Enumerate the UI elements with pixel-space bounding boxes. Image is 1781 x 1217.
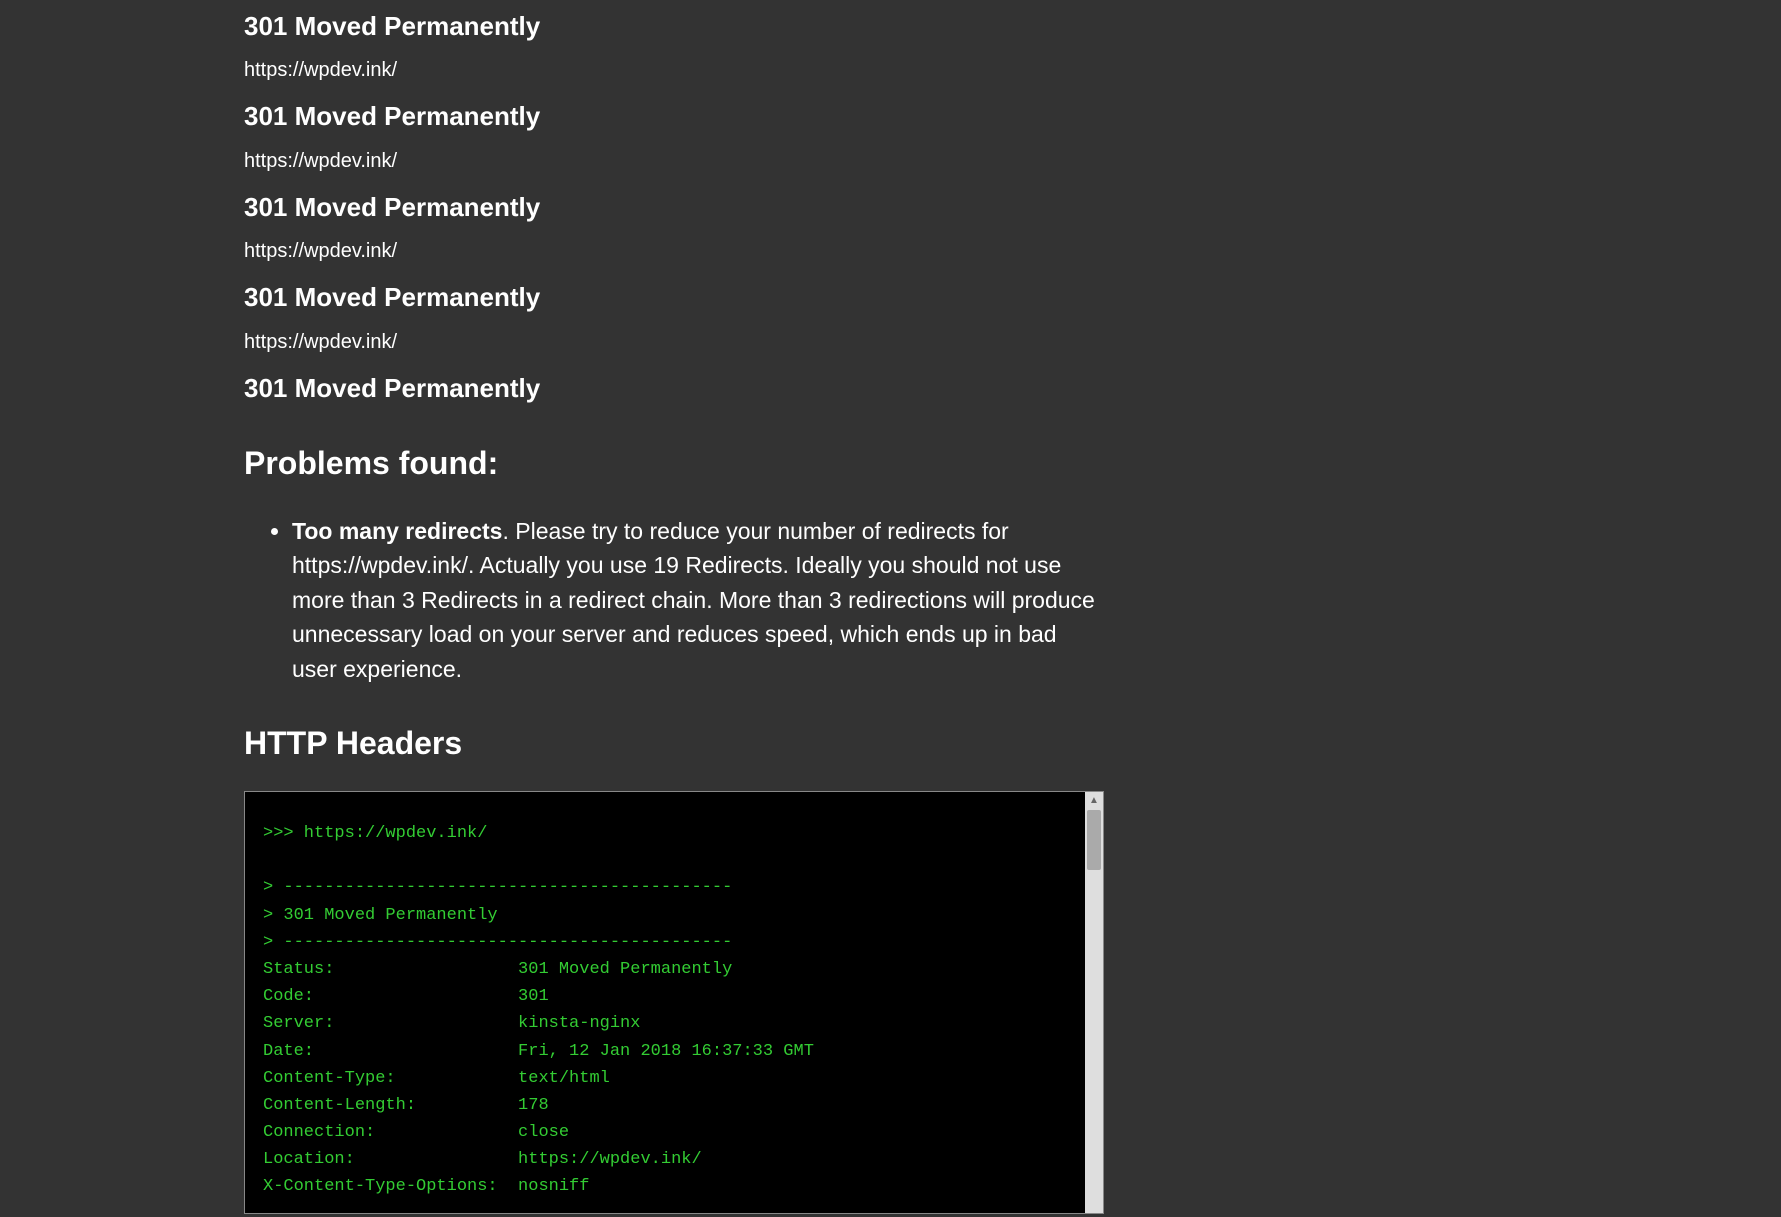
redirect-status: 301 Moved Permanently: [244, 98, 1104, 134]
redirect-url: https://wpdev.ink/: [244, 328, 1104, 356]
terminal-scrollbar[interactable]: ▲: [1085, 792, 1103, 1213]
problems-list: Too many redirects. Please try to reduce…: [244, 514, 1104, 687]
redirect-status: 301 Moved Permanently: [244, 370, 1104, 406]
redirect-url: https://wpdev.ink/: [244, 237, 1104, 265]
redirects-list: 301 Moved Permanently https://wpdev.ink/3…: [244, 8, 1104, 406]
problem-item: Too many redirects. Please try to reduce…: [292, 514, 1104, 687]
terminal-wrapper: >>> https://wpdev.ink/ > ---------------…: [244, 791, 1104, 1214]
redirect-status: 301 Moved Permanently: [244, 8, 1104, 44]
scrollbar-thumb[interactable]: [1087, 810, 1101, 870]
page-container: 301 Moved Permanently https://wpdev.ink/3…: [244, 0, 1104, 1214]
problem-bold-prefix: Too many redirects: [292, 518, 502, 544]
redirect-status: 301 Moved Permanently: [244, 279, 1104, 315]
problems-heading: Problems found:: [244, 441, 1104, 486]
http-headers-heading: HTTP Headers: [244, 721, 1104, 766]
redirect-status: 301 Moved Permanently: [244, 189, 1104, 225]
redirect-url: https://wpdev.ink/: [244, 56, 1104, 84]
scrollbar-up-icon[interactable]: ▲: [1085, 792, 1103, 810]
http-headers-terminal: >>> https://wpdev.ink/ > ---------------…: [245, 792, 1085, 1213]
redirect-url: https://wpdev.ink/: [244, 147, 1104, 175]
